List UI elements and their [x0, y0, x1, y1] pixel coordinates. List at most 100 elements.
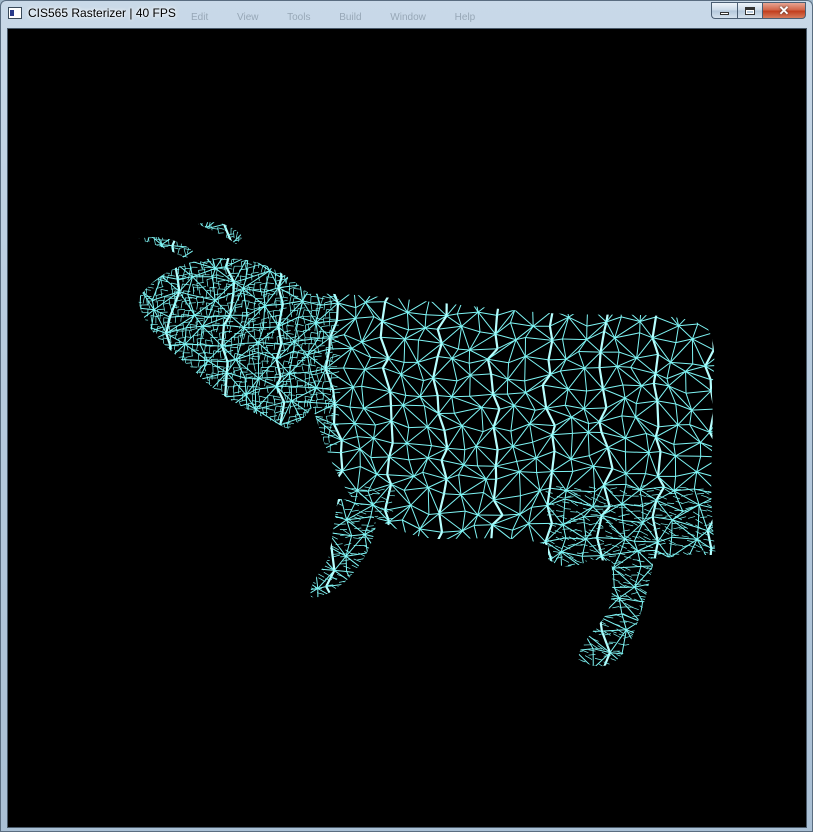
mesh-edge [256, 535, 273, 552]
mesh-edge [525, 339, 553, 357]
mesh-edge [401, 519, 408, 541]
mesh-edge [390, 252, 412, 271]
mesh-edge [223, 378, 225, 386]
mesh-edge [302, 281, 314, 302]
mesh-edge [210, 460, 234, 463]
mesh-edge [291, 295, 299, 297]
title-bar[interactable]: CIS565 Rasterizer | 40 FPS Edit View Too… [1, 1, 812, 27]
mesh-edge [568, 286, 586, 290]
mesh-edge [371, 616, 391, 625]
mesh-edge [280, 251, 300, 257]
mesh-edge [264, 379, 267, 387]
mesh-edge [167, 222, 170, 227]
mesh-edge [147, 391, 175, 411]
app-icon[interactable] [8, 7, 22, 19]
mesh-edge [283, 332, 285, 340]
maximize-button[interactable] [737, 2, 762, 19]
mesh-edge [547, 359, 552, 375]
mesh-edge [451, 374, 471, 398]
mesh-edge [162, 254, 165, 262]
mesh-edge [199, 226, 201, 235]
mesh-edge [149, 541, 170, 562]
mesh-edge [419, 621, 444, 632]
mesh-edge [535, 660, 558, 667]
mesh-edge [211, 441, 231, 449]
mesh-edge [138, 353, 143, 355]
mesh-edge [202, 400, 206, 409]
render-viewport[interactable] [7, 28, 807, 828]
mesh-edge [571, 616, 574, 637]
mesh-edge [444, 246, 448, 267]
mesh-edge [275, 225, 284, 228]
mesh-edge [359, 437, 374, 450]
mesh-edge [117, 588, 137, 591]
mesh-edge [546, 227, 567, 230]
mesh-edge [710, 379, 716, 392]
mesh-edge [337, 224, 342, 234]
mesh-edge [240, 381, 248, 383]
mesh-edge [144, 439, 155, 459]
mesh-edge [549, 636, 574, 639]
mesh-edge [568, 316, 588, 340]
mesh-edge [728, 348, 745, 364]
mesh-edge [213, 411, 221, 414]
mesh-edge [654, 301, 661, 318]
mesh-edge [620, 282, 647, 305]
mesh-edge [316, 225, 325, 228]
mesh-edge [114, 388, 130, 389]
mesh-edge [536, 240, 556, 263]
mesh-edge [673, 302, 693, 312]
mesh-edge [349, 602, 369, 622]
mesh-edge [261, 605, 281, 612]
mesh-edge [229, 317, 231, 325]
mesh-edge [168, 540, 186, 562]
mesh-edge [253, 323, 261, 326]
mesh-edge [155, 232, 158, 240]
mesh-edge [330, 241, 333, 249]
mesh-edge [256, 238, 264, 240]
mesh-edge [332, 483, 358, 492]
close-button[interactable]: ✕ [762, 2, 806, 19]
mesh-edge [246, 644, 249, 663]
mesh-edge [698, 527, 708, 532]
mesh-edge [692, 332, 714, 340]
mesh-edge [342, 656, 356, 667]
mesh-edge [524, 574, 533, 591]
mesh-edge [709, 625, 716, 633]
mesh-edge [140, 280, 148, 283]
mesh-edge [584, 281, 603, 290]
mesh-edge [637, 632, 657, 651]
mesh-edge [182, 363, 185, 371]
mesh-edge [349, 621, 373, 625]
mesh-edge [514, 306, 533, 311]
mesh-edge [297, 380, 305, 382]
mesh-edge [586, 267, 603, 283]
mesh-edge [138, 576, 154, 583]
mesh-edge [773, 443, 774, 467]
mesh-edge [155, 267, 158, 275]
mesh-edge [539, 670, 558, 677]
mesh-edge [315, 406, 323, 409]
mesh-edge [167, 434, 170, 442]
mesh-edge [700, 455, 716, 458]
mesh-edge [741, 542, 768, 543]
mesh-edge [353, 290, 366, 303]
mesh-edge [698, 658, 716, 667]
mesh-edge [545, 228, 556, 242]
mesh-edge [656, 400, 679, 426]
mesh-edge [274, 428, 277, 436]
mesh-edge [166, 413, 169, 421]
mesh-edge [731, 531, 751, 546]
mesh-edge [266, 408, 274, 411]
mesh-edge [155, 605, 174, 613]
mesh-edge [173, 391, 190, 414]
mesh-edge [486, 261, 499, 281]
mesh-edge [151, 497, 158, 509]
minimize-button[interactable] [711, 2, 737, 19]
mesh-edge [306, 399, 309, 407]
mesh-edge [221, 384, 229, 387]
mesh-edge [475, 557, 492, 566]
mesh-edge [458, 655, 484, 661]
mesh-edge [227, 302, 235, 304]
mesh-edge [132, 577, 136, 588]
